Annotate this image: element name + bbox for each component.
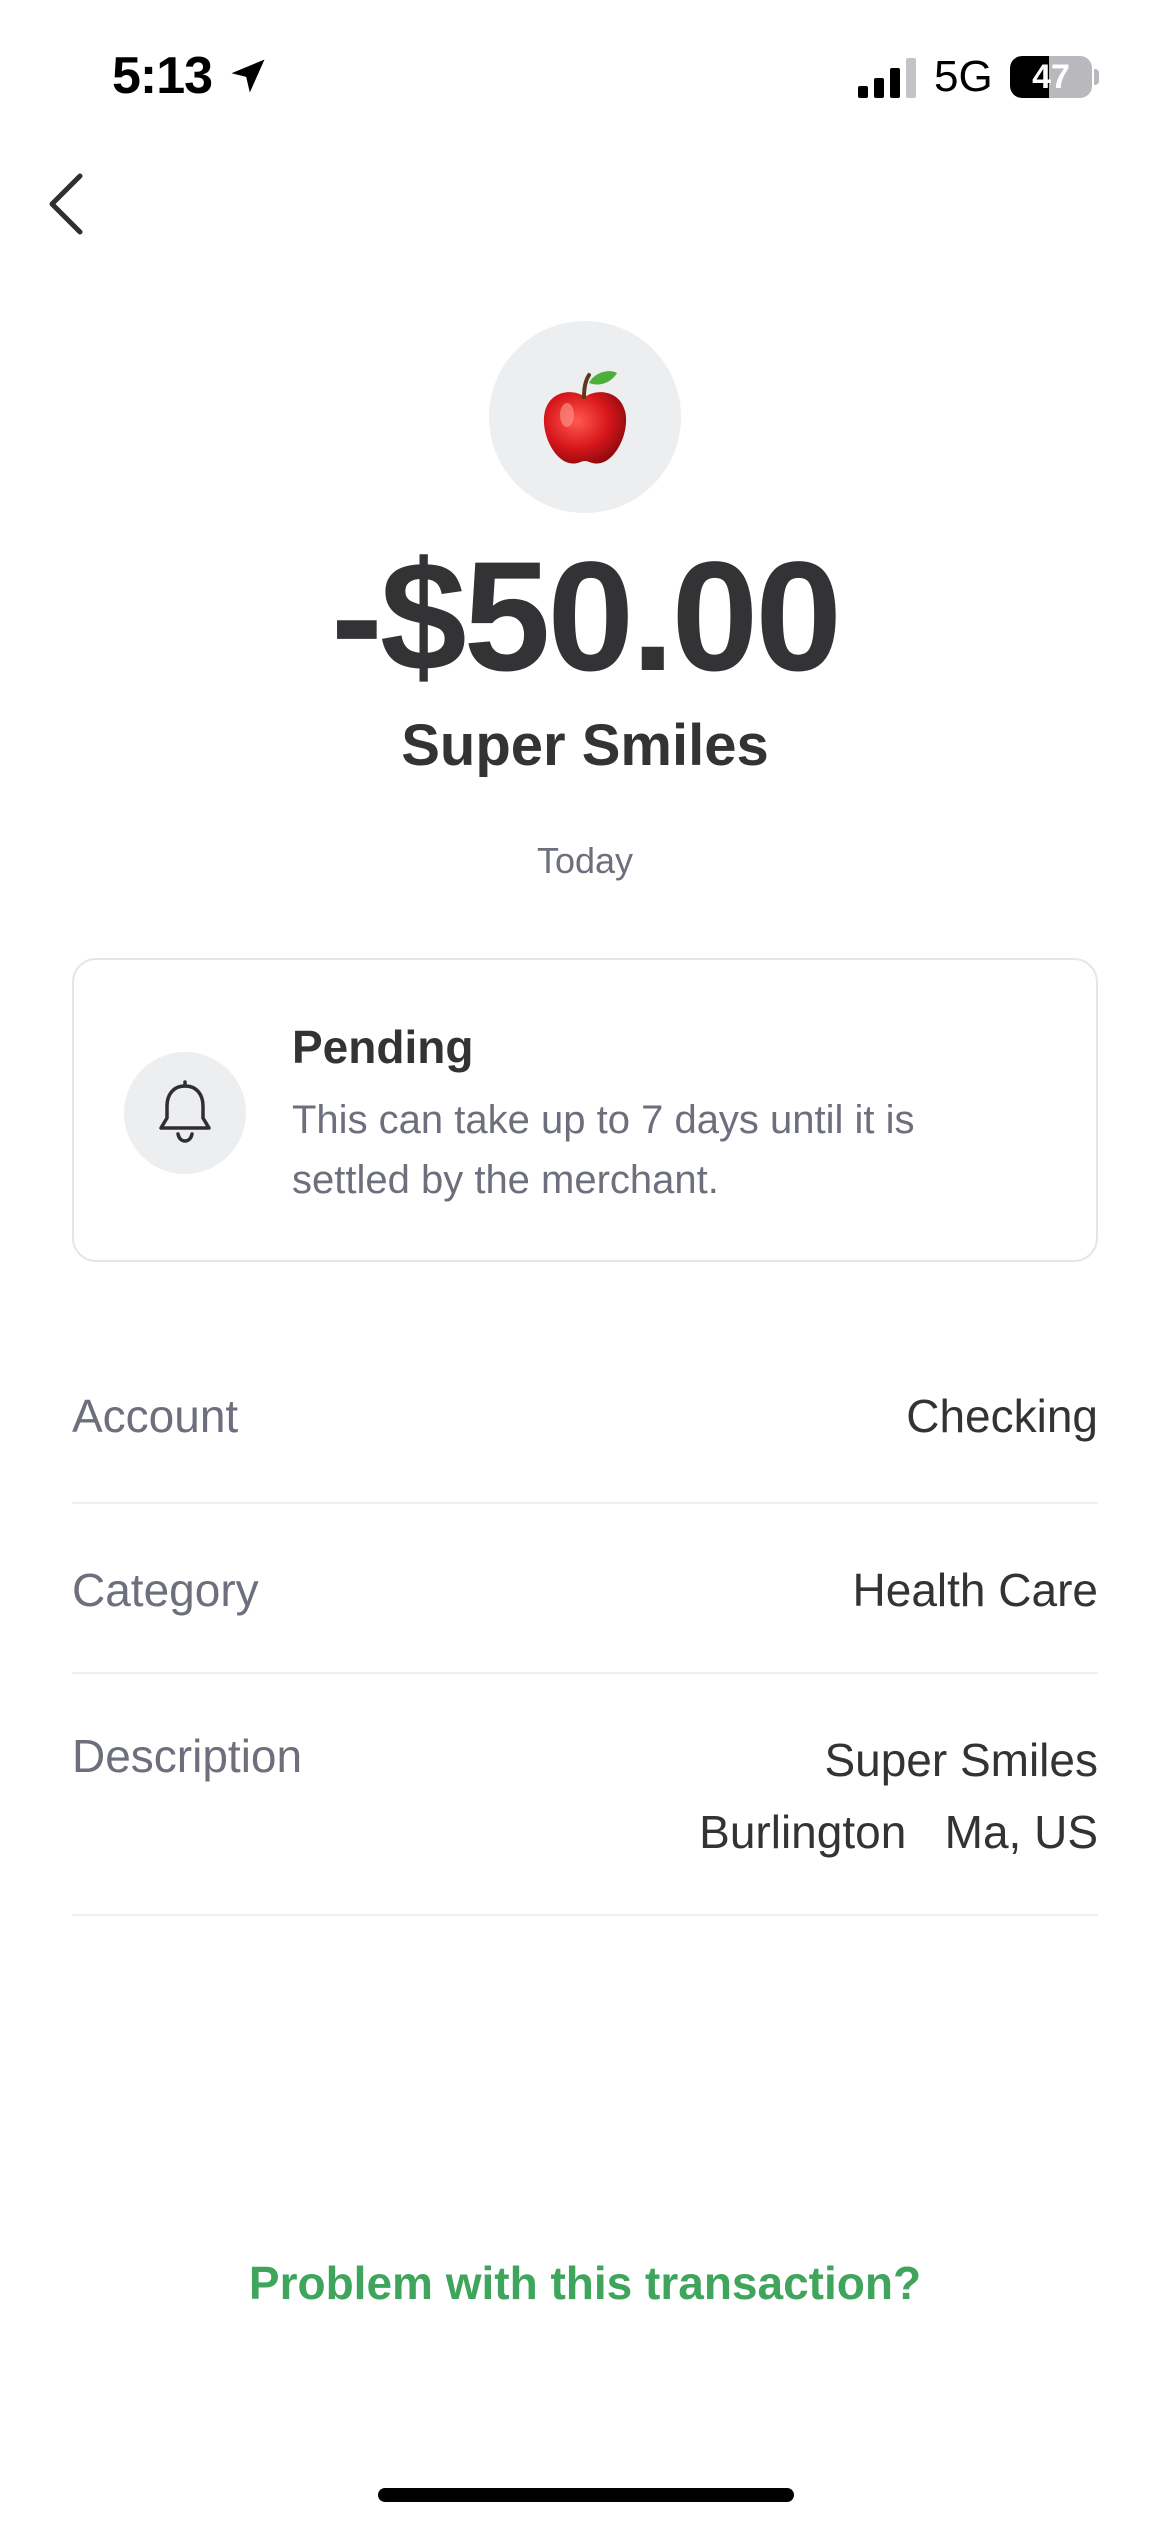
description-line-2: Burlington Ma, US bbox=[699, 1806, 1098, 1858]
location-arrow-icon bbox=[231, 59, 265, 93]
transaction-amount: -$50.00 bbox=[330, 530, 842, 704]
chevron-left-icon bbox=[49, 173, 83, 235]
red-apple-emoji bbox=[543, 371, 627, 464]
pending-status-card: Pending This can take up to 7 days until… bbox=[72, 958, 1098, 1262]
detail-row-description: Description Super Smiles Burlington Ma, … bbox=[72, 1674, 1098, 1916]
description-line-1: Super Smiles bbox=[824, 1734, 1098, 1786]
bell-icon-container bbox=[124, 1052, 246, 1174]
back-button[interactable] bbox=[36, 164, 96, 244]
bell-icon bbox=[159, 1080, 211, 1143]
category-label: Category bbox=[72, 1564, 259, 1616]
merchant-name: Super Smiles bbox=[401, 713, 769, 778]
home-indicator[interactable] bbox=[378, 2488, 794, 2502]
account-label: Account bbox=[72, 1390, 239, 1442]
network-type-label: 5G bbox=[934, 52, 993, 101]
detail-row-account: Account Checking bbox=[72, 1330, 1098, 1504]
description-value: Super Smiles Burlington Ma, US bbox=[699, 1724, 1098, 1868]
status-time: 5:13 bbox=[112, 47, 213, 105]
status-bar: 5:13 5G 47 bbox=[0, 0, 1170, 150]
merchant-avatar bbox=[489, 321, 681, 513]
cellular-signal-icon bbox=[858, 58, 916, 98]
problem-with-transaction-link[interactable]: Problem with this transaction? bbox=[0, 2256, 1170, 2310]
pending-message: This can take up to 7 days until it is s… bbox=[292, 1098, 915, 1202]
battery-level-text: 47 bbox=[1032, 58, 1070, 96]
battery-cap bbox=[1094, 69, 1099, 85]
transaction-date: Today bbox=[536, 840, 634, 881]
account-value: Checking bbox=[906, 1390, 1098, 1442]
detail-row-category[interactable]: Category Health Care bbox=[72, 1504, 1098, 1674]
pending-title: Pending bbox=[292, 1021, 474, 1073]
description-label: Description bbox=[72, 1730, 303, 1782]
category-value[interactable]: Health Care bbox=[853, 1560, 1098, 1620]
battery-icon: 47 bbox=[1010, 56, 1092, 98]
